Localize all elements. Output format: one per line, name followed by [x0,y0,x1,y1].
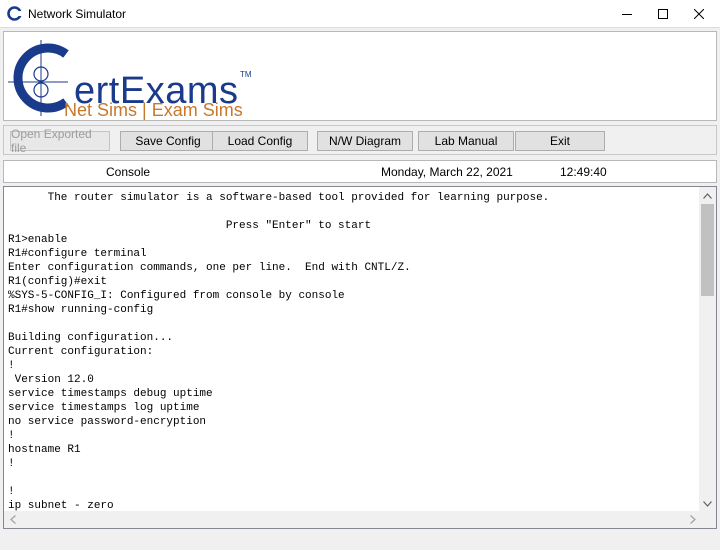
console-line: hostname R1 [8,444,81,456]
console-line: no service password-encryption [8,416,207,428]
title-bar: Network Simulator [0,0,720,28]
maximize-icon [658,9,668,19]
console-line: ! [8,458,15,470]
console-line: R1>enable [8,234,68,246]
load-config-button[interactable]: Load Config [212,131,308,151]
status-bar: Console Monday, March 22, 2021 12:49:40 [3,160,717,183]
close-button[interactable] [676,0,720,28]
scroll-up-button[interactable] [699,187,716,204]
status-mode: Console [106,165,151,179]
console-line: The router simulator is a software-based… [8,192,550,204]
console-line: R1(config)#exit [8,276,108,288]
console-line: Enter configuration commands, one per li… [8,262,411,274]
window-title: Network Simulator [28,7,127,21]
console-line: Press "Enter" to start [8,220,372,232]
vertical-scrollbar[interactable] [699,187,716,512]
nw-diagram-button[interactable]: N/W Diagram [317,131,413,151]
chevron-up-icon [703,192,712,199]
toolbar: Open Exported file Save Config Load Conf… [3,125,717,155]
logo-banner: ertExams TM Net Sims | Exam Sims [3,31,717,121]
horizontal-scrollbar[interactable] [4,511,701,528]
chevron-left-icon [9,515,16,524]
scrollbar-corner [699,511,716,528]
console-line: Version 12.0 [8,374,94,386]
console-line: ! [8,430,15,442]
console-line: service timestamps log uptime [8,402,200,414]
open-exported-file-button[interactable]: Open Exported file [10,127,110,155]
console-line: Current configuration: [8,346,154,358]
chevron-right-icon [689,515,696,524]
minimize-icon [622,14,632,15]
console-line: R1#show running-config [8,304,154,316]
scroll-down-button[interactable] [699,495,716,512]
status-time: 12:49:40 [560,165,607,179]
console-line: ! [8,360,15,372]
console-line: R1#configure terminal [8,248,147,260]
status-date: Monday, March 22, 2021 [381,165,513,179]
window-bottom-edge [0,532,720,550]
console-line: service timestamps debug uptime [8,388,213,400]
console-line: ! [8,486,15,498]
save-config-button[interactable]: Save Config [120,131,216,151]
console-output[interactable]: The router simulator is a software-based… [3,186,717,529]
scrollbar-thumb[interactable] [701,204,714,296]
console-line: Building configuration... [8,332,174,344]
certexams-c-icon [7,6,23,21]
close-icon [694,9,704,19]
trademark-mark: TM [240,70,252,79]
exit-button[interactable]: Exit [515,131,605,151]
console-line: %SYS-5-CONFIG_I: Configured from console… [8,290,345,302]
chevron-down-icon [703,500,712,507]
lab-manual-button[interactable]: Lab Manual [418,131,514,151]
console-text: The router simulator is a software-based… [8,191,698,513]
scroll-left-button[interactable] [4,511,21,528]
brand-tagline: Net Sims | Exam Sims [64,100,243,120]
